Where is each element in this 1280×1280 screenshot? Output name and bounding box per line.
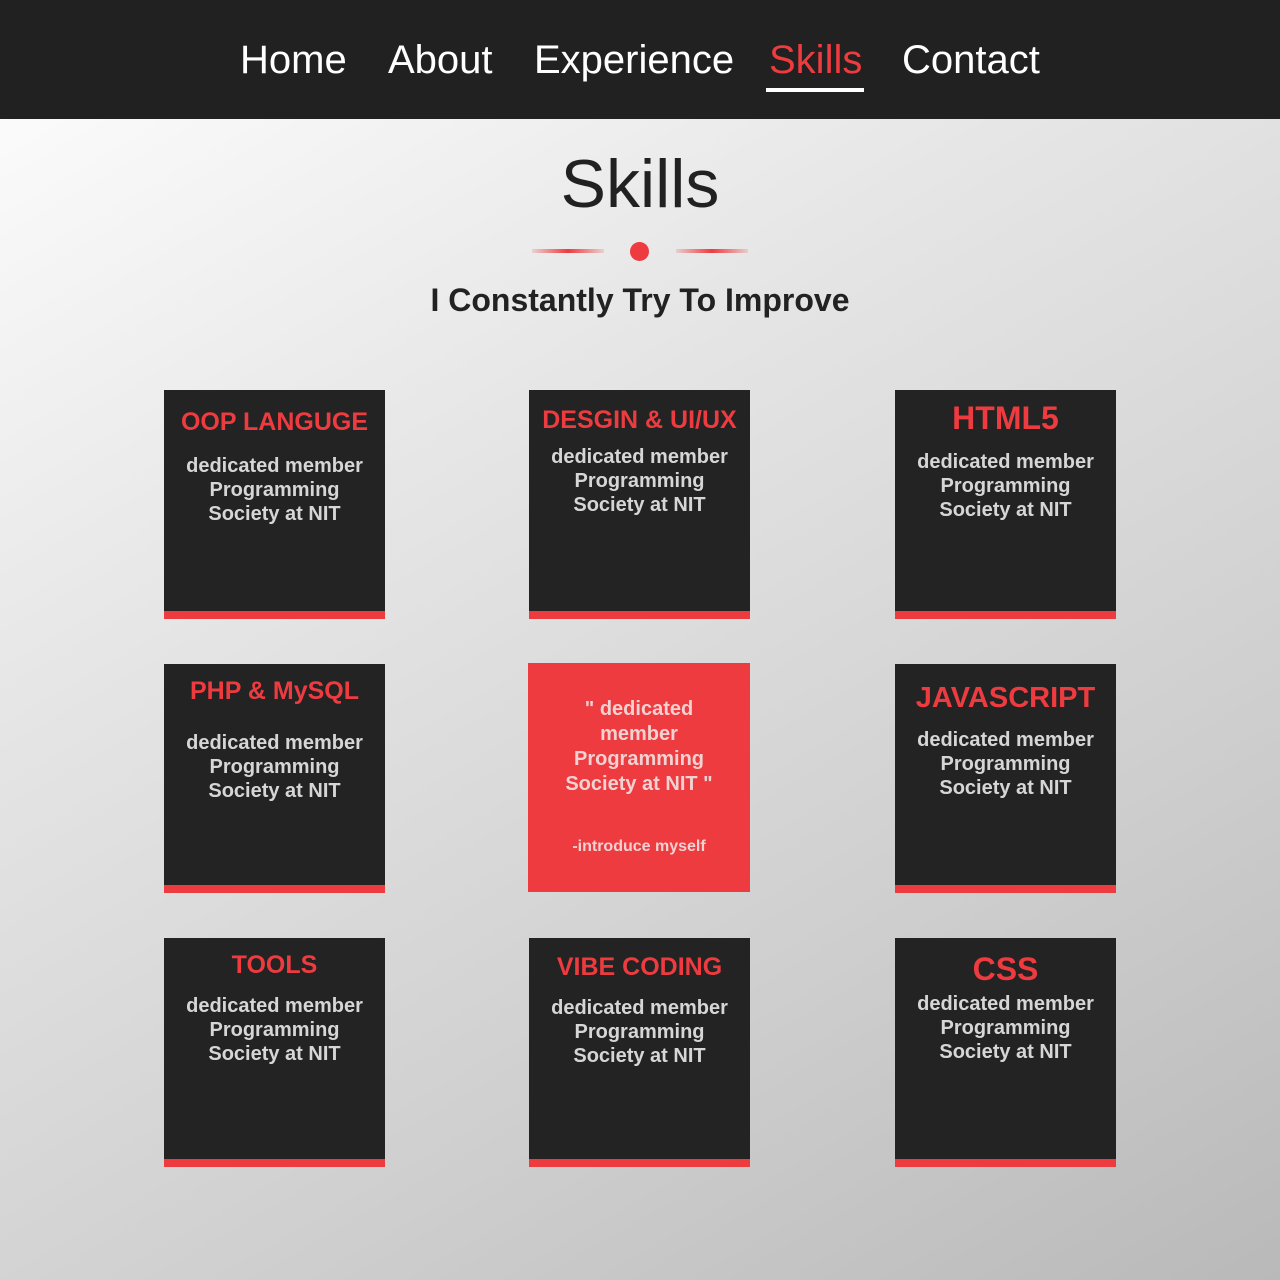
- nav-link-skills[interactable]: Skills: [769, 36, 862, 84]
- skill-card-desc: dedicated member Programming Society at …: [164, 731, 385, 803]
- desc-line: dedicated member: [551, 446, 728, 468]
- skill-card-title: CSS: [972, 951, 1039, 987]
- quote-line: Society at NIT ": [565, 773, 713, 795]
- desc-line: dedicated member: [917, 993, 1094, 1015]
- desc-line: Programming: [940, 475, 1071, 497]
- desc-line: Society at NIT: [939, 1041, 1072, 1063]
- divider-line-right: [676, 249, 748, 253]
- desc-line: Programming: [209, 479, 340, 501]
- skill-card-desc: dedicated member Programming Society at …: [895, 728, 1116, 800]
- skill-card-title: HTML5: [952, 400, 1059, 436]
- desc-line: Programming: [574, 470, 705, 492]
- desc-line: Society at NIT: [208, 780, 341, 802]
- skill-card-title: JAVASCRIPT: [915, 682, 1096, 714]
- skill-card-css: CSS dedicated member Programming Society…: [895, 938, 1116, 1167]
- desc-line: Programming: [209, 756, 340, 778]
- active-nav-underline: [766, 88, 864, 92]
- skill-card-title: VIBE CODING: [556, 953, 723, 981]
- skill-card-desc: dedicated member Programming Society at …: [895, 992, 1116, 1064]
- desc-line: Society at NIT: [939, 499, 1072, 521]
- skill-card-title: OOP LANGUGE: [180, 408, 369, 436]
- quote-line: " dedicated: [584, 698, 694, 720]
- desc-line: Programming: [940, 753, 1071, 775]
- nav-link-about[interactable]: About: [388, 36, 493, 84]
- skill-card-desc: dedicated member Programming Society at …: [529, 445, 750, 517]
- skill-card-title: TOOLS: [231, 951, 318, 979]
- skill-card-vibe-coding: VIBE CODING dedicated member Programming…: [529, 938, 750, 1167]
- section-subtitle: I Constantly Try To Improve: [430, 282, 850, 318]
- nav-link-experience[interactable]: Experience: [534, 36, 734, 84]
- navbar: Home About Experience Skills Contact: [0, 0, 1280, 119]
- skill-card-desc: dedicated member Programming Society at …: [164, 454, 385, 526]
- desc-line: dedicated member: [917, 451, 1094, 473]
- skill-card-desc: dedicated member Programming Society at …: [529, 996, 750, 1068]
- skill-card-design: DESGIN & UI/UX dedicated member Programm…: [529, 390, 750, 619]
- desc-line: Society at NIT: [208, 503, 341, 525]
- quote-card: " dedicated member Programming Society a…: [528, 663, 750, 892]
- quote-line: member: [600, 723, 678, 745]
- quote-signature: -introduce myself: [572, 838, 706, 855]
- desc-line: Programming: [940, 1017, 1071, 1039]
- skill-card-html5: HTML5 dedicated member Programming Socie…: [895, 390, 1116, 619]
- skill-card-title: DESGIN & UI/UX: [542, 406, 737, 434]
- divider-dot: [630, 242, 649, 261]
- nav-link-home[interactable]: Home: [240, 36, 347, 84]
- desc-line: dedicated member: [186, 455, 363, 477]
- desc-line: Society at NIT: [573, 494, 706, 516]
- desc-line: dedicated member: [186, 732, 363, 754]
- skill-card-javascript: JAVASCRIPT dedicated member Programming …: [895, 664, 1116, 893]
- skill-card-php-mysql: PHP & MySQL dedicated member Programming…: [164, 664, 385, 893]
- skill-card-desc: dedicated member Programming Society at …: [164, 994, 385, 1066]
- skill-card-desc: dedicated member Programming Society at …: [895, 450, 1116, 522]
- skill-card-title: PHP & MySQL: [189, 677, 360, 705]
- desc-line: Programming: [574, 1021, 705, 1043]
- desc-line: Society at NIT: [573, 1045, 706, 1067]
- divider-line-left: [532, 249, 604, 253]
- desc-line: dedicated member: [551, 997, 728, 1019]
- quote-text: " dedicated member Programming Society a…: [528, 697, 750, 797]
- desc-line: Society at NIT: [208, 1043, 341, 1065]
- desc-line: dedicated member: [186, 995, 363, 1017]
- desc-line: Programming: [209, 1019, 340, 1041]
- nav-link-contact[interactable]: Contact: [902, 36, 1040, 84]
- skill-card-tools: TOOLS dedicated member Programming Socie…: [164, 938, 385, 1167]
- quote-line: Programming: [573, 748, 705, 770]
- skill-card-oop: OOP LANGUGE dedicated member Programming…: [164, 390, 385, 619]
- desc-line: Society at NIT: [939, 777, 1072, 799]
- section-title: Skills: [560, 146, 720, 222]
- desc-line: dedicated member: [917, 729, 1094, 751]
